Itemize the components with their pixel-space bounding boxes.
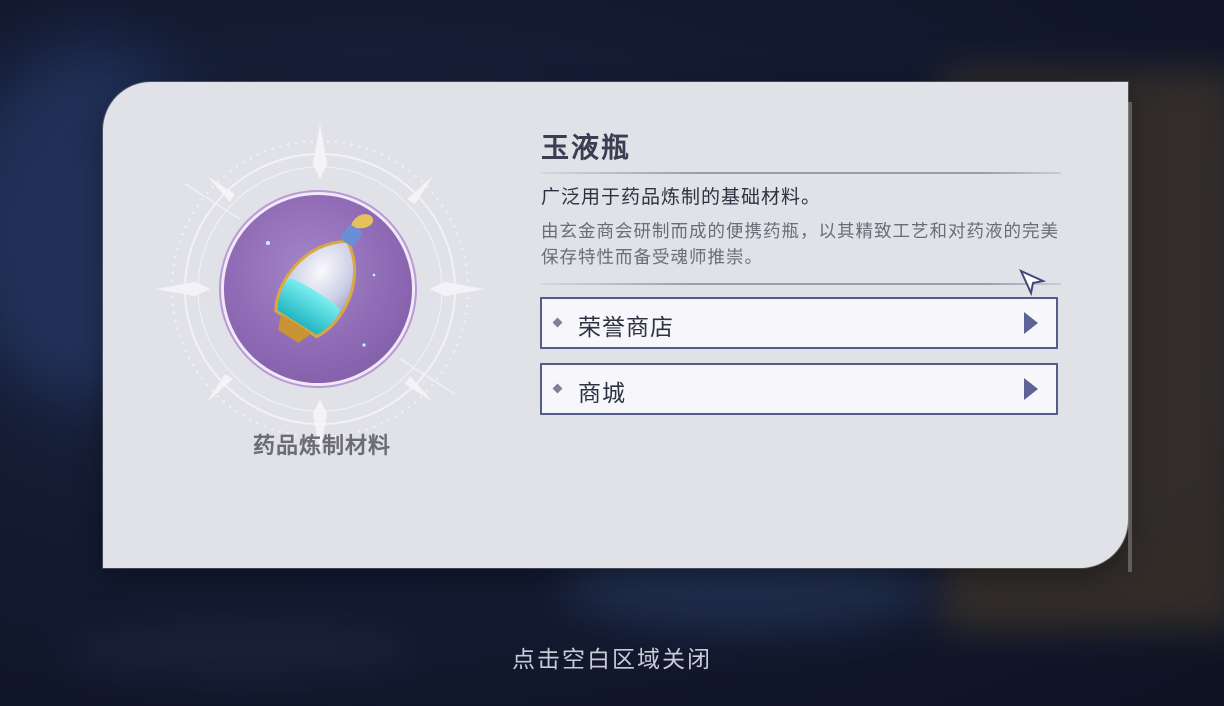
item-icon-frame — [224, 195, 412, 383]
item-summary: 广泛用于药品炼制的基础材料。 — [541, 186, 822, 208]
source-label: 荣誉商店 — [578, 315, 674, 341]
arrow-right-icon — [1024, 378, 1038, 400]
item-category: 药品炼制材料 — [252, 434, 391, 459]
source-mall-button[interactable]: 商城 — [540, 363, 1058, 415]
arrow-right-icon — [1024, 312, 1038, 334]
divider — [541, 172, 1061, 174]
potion-bottle-icon — [266, 214, 376, 347]
pointer-cursor-icon — [1019, 269, 1047, 297]
source-honor-shop-button[interactable]: 荣誉商店 — [540, 297, 1058, 349]
item-description: 由玄金商会研制而成的便携药瓶，以其精致工艺和对药液的完美保存特性而备受魂师推崇。 — [541, 222, 1059, 268]
source-label: 商城 — [578, 381, 626, 407]
diamond-bullet-icon — [552, 383, 563, 394]
close-hint: 点击空白区域关闭 — [512, 647, 712, 673]
item-detail-panel: 药品炼制材料 玉液瓶 广泛用于药品炼制的基础材料。 由玄金商会研制而成的便携药瓶… — [103, 82, 1132, 572]
diamond-bullet-icon — [552, 317, 563, 328]
item-name: 玉液瓶 — [541, 131, 632, 164]
divider — [541, 283, 1061, 285]
